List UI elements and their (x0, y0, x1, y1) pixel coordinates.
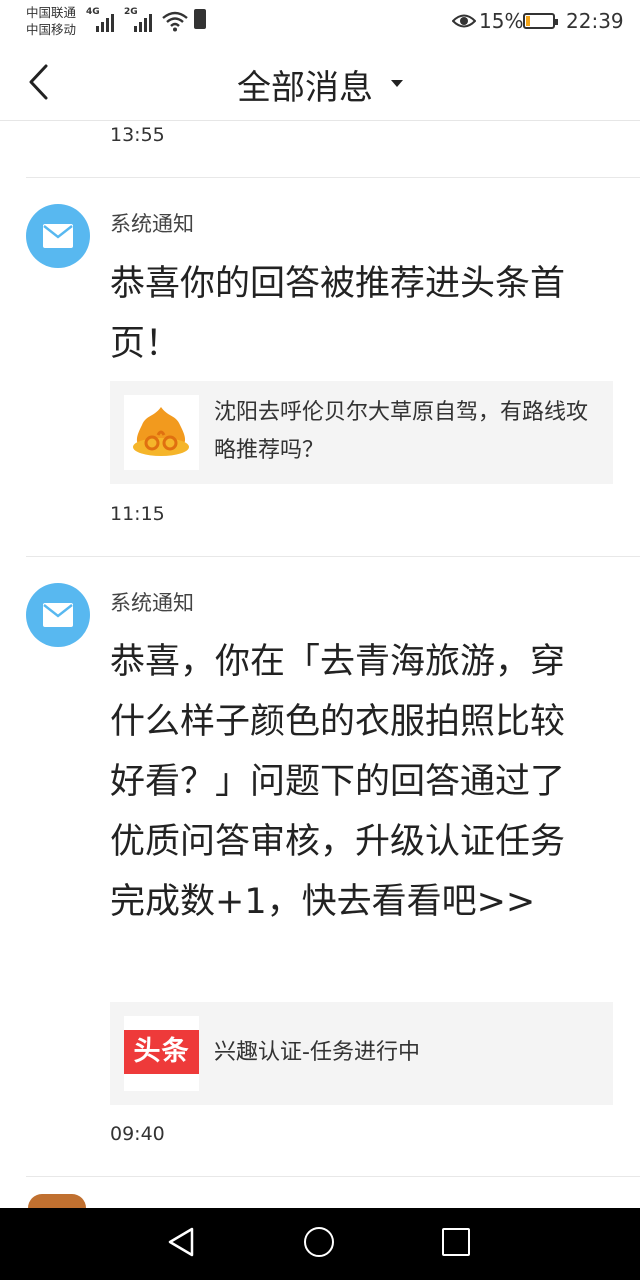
toutiao-logo-text: 头条 (124, 1030, 199, 1074)
message-text[interactable]: 恭喜，你在「去青海旅游，穿什么样子颜色的衣服拍照比较好看？」问题下的回答通过了优… (110, 632, 590, 932)
wifi-icon (162, 11, 188, 32)
status-bar: 中国联通 中国移动 4G 2G 15% 22:39 (0, 0, 640, 44)
battery-percent: 15% (479, 9, 524, 33)
linked-question-card[interactable]: 沈阳去呼伦贝尔大草原自驾，有路线攻略推荐吗？ (110, 381, 613, 484)
back-triangle-icon[interactable] (166, 1226, 196, 1258)
question-thumbnail (124, 395, 199, 470)
toutiao-logo: 头条 (124, 1016, 199, 1091)
message-time: 09:40 (110, 1123, 165, 1145)
avatar[interactable] (26, 583, 90, 647)
home-circle-icon[interactable] (304, 1227, 334, 1257)
divider (26, 556, 640, 557)
battery-icon (523, 13, 558, 29)
mail-icon (43, 224, 73, 248)
page-title-dropdown[interactable]: 全部消息 (0, 60, 640, 109)
sim-icon (194, 9, 206, 29)
message-text[interactable]: 恭喜你的回答被推荐进头条首页！ (110, 254, 590, 374)
recent-apps-icon[interactable] (442, 1228, 470, 1256)
divider (26, 177, 640, 178)
message-time: 13:55 (110, 124, 165, 146)
message-sender: 系统通知 (110, 591, 194, 615)
caret-down-icon (391, 80, 403, 87)
card-title: 兴趣认证-任务进行中 (214, 1040, 420, 1065)
flame-logo-icon (133, 407, 189, 456)
clock: 22:39 (566, 9, 624, 33)
page-title: 全部消息 (237, 68, 373, 108)
task-card[interactable]: 头条 兴趣认证-任务进行中 (110, 1002, 613, 1105)
eye-icon (452, 14, 476, 28)
carrier-1: 中国联通 (26, 5, 77, 20)
avatar[interactable] (26, 204, 90, 268)
carrier-2: 中国移动 (26, 22, 77, 37)
message-sender: 系统通知 (110, 212, 194, 236)
divider (26, 1176, 640, 1177)
message-time: 11:15 (110, 503, 165, 525)
avatar[interactable] (28, 1194, 86, 1208)
carrier-labels: 中国联通 中国移动 (26, 4, 76, 38)
card-title: 沈阳去呼伦贝尔大草原自驾，有路线攻略推荐吗？ (214, 400, 589, 463)
mail-icon (43, 603, 73, 627)
system-nav-bar (0, 1208, 640, 1280)
header: 全部消息 (0, 44, 640, 121)
